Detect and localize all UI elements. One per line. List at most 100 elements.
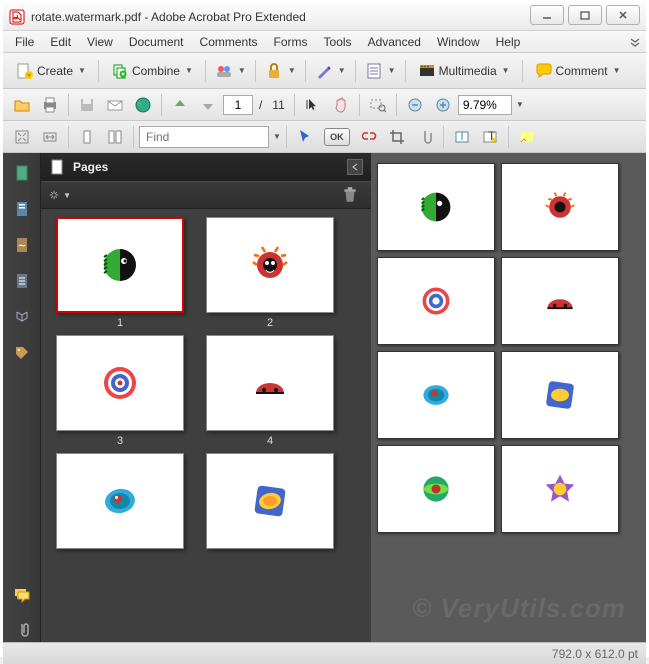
thumbnail-4-label: 4: [267, 435, 273, 447]
thumbnail-1[interactable]: [56, 217, 184, 313]
multimedia-button[interactable]: Multimedia▼: [411, 57, 517, 85]
zoom-out-button[interactable]: [402, 92, 428, 118]
pages-panel-toolbar: ▼: [41, 181, 371, 209]
print-button[interactable]: [37, 92, 63, 118]
thumbnail-3[interactable]: [56, 335, 184, 431]
collapse-panel-button[interactable]: [347, 159, 363, 175]
zoom-dropdown[interactable]: ▼: [516, 100, 524, 109]
menu-document[interactable]: Document: [121, 33, 192, 51]
thumbnail-6[interactable]: [206, 453, 334, 549]
menu-window[interactable]: Window: [429, 33, 488, 51]
email-button[interactable]: [102, 92, 128, 118]
toolbar-edit: ▼ OK T T: [3, 121, 646, 153]
page-up-button[interactable]: [167, 92, 193, 118]
menu-bar: File Edit View Document Comments Forms T…: [3, 31, 646, 53]
thumbnail-3-label: 3: [117, 435, 123, 447]
find-dropdown[interactable]: ▼: [273, 132, 281, 141]
hand-tool[interactable]: [328, 92, 354, 118]
page-4[interactable]: [501, 257, 619, 345]
highlight-tool[interactable]: [514, 124, 540, 150]
ok-button-wrap[interactable]: OK: [320, 124, 354, 150]
page-number-input[interactable]: [223, 95, 253, 115]
collaborate-button[interactable]: ▼: [211, 58, 250, 84]
zoom-input[interactable]: [458, 95, 512, 115]
status-bar: 792.0 x 612.0 pt: [3, 642, 646, 664]
workspace: Pages ▼ 1 2: [3, 153, 646, 642]
pages-icon: [49, 159, 65, 175]
page-7[interactable]: [377, 445, 495, 533]
combine-label: Combine: [132, 64, 180, 78]
create-button[interactable]: Create▼: [9, 57, 93, 85]
text-box-tool[interactable]: T: [449, 124, 475, 150]
ok-label: OK: [324, 128, 350, 146]
signatures-tab[interactable]: [10, 233, 34, 257]
thumbnail-4[interactable]: [206, 335, 334, 431]
maximize-button[interactable]: [568, 5, 602, 25]
bookmarks-tab[interactable]: [10, 197, 34, 221]
tags-tab[interactable]: [10, 341, 34, 365]
comment-label: Comment: [556, 64, 608, 78]
zoom-in-button[interactable]: [430, 92, 456, 118]
secure-button[interactable]: ▼: [261, 58, 300, 84]
menu-help[interactable]: Help: [488, 33, 529, 51]
menu-edit[interactable]: Edit: [42, 33, 79, 51]
page-down-button[interactable]: [195, 92, 221, 118]
close-button[interactable]: [606, 5, 640, 25]
open-button[interactable]: [9, 92, 35, 118]
link-tool[interactable]: [356, 124, 382, 150]
menu-forms[interactable]: Forms: [266, 33, 316, 51]
sign-button[interactable]: ▼: [311, 58, 350, 84]
page-5[interactable]: [377, 351, 495, 439]
thumbnail-2-label: 2: [267, 317, 273, 329]
attachments-tab[interactable]: [10, 618, 34, 642]
menu-file[interactable]: File: [7, 33, 42, 51]
save-button[interactable]: [74, 92, 100, 118]
document-view[interactable]: [371, 153, 646, 642]
panel-options-button[interactable]: ▼: [49, 185, 71, 205]
comment-button[interactable]: Comment▼: [528, 57, 628, 85]
thumbnail-1-label: 1: [117, 317, 123, 329]
page-sep: /: [255, 98, 266, 112]
delete-page-button[interactable]: [337, 182, 363, 208]
pages-panel: Pages ▼ 1 2: [41, 153, 371, 642]
page-2[interactable]: [501, 163, 619, 251]
overflow-icon[interactable]: [628, 35, 642, 49]
minimize-button[interactable]: [530, 5, 564, 25]
pages-panel-title: Pages: [73, 160, 108, 174]
marquee-zoom[interactable]: [365, 92, 391, 118]
thumbnail-2[interactable]: [206, 217, 334, 313]
trash-icon: [341, 186, 359, 204]
combine-button[interactable]: Combine▼: [104, 57, 200, 85]
fit-page-button[interactable]: [9, 124, 35, 150]
page-6[interactable]: [501, 351, 619, 439]
svg-text:T: T: [458, 129, 466, 143]
model-tree-tab[interactable]: [10, 305, 34, 329]
web-button[interactable]: [130, 92, 156, 118]
select-tool[interactable]: [300, 92, 326, 118]
attach-tool[interactable]: [412, 124, 438, 150]
thumbnail-5[interactable]: [56, 453, 184, 549]
fit-width-button[interactable]: [37, 124, 63, 150]
toolbar-nav: / 11 ▼: [3, 89, 646, 121]
two-page-button[interactable]: [102, 124, 128, 150]
find-input[interactable]: [139, 126, 269, 148]
multimedia-label: Multimedia: [439, 64, 497, 78]
page-1[interactable]: [377, 163, 495, 251]
comments-tab[interactable]: [10, 582, 34, 606]
arrow-tool[interactable]: [292, 124, 318, 150]
menu-advanced[interactable]: Advanced: [360, 33, 429, 51]
touchup-tool[interactable]: T: [477, 124, 503, 150]
single-page-button[interactable]: [74, 124, 100, 150]
pages-tab[interactable]: [10, 161, 34, 185]
menu-tools[interactable]: Tools: [316, 33, 360, 51]
crop-tool[interactable]: [384, 124, 410, 150]
page-8[interactable]: [501, 445, 619, 533]
menu-view[interactable]: View: [79, 33, 121, 51]
navigation-rail: [3, 153, 41, 642]
forms-button[interactable]: ▼: [361, 58, 400, 84]
layers-tab[interactable]: [10, 269, 34, 293]
menu-comments[interactable]: Comments: [192, 33, 266, 51]
thumbnails-container[interactable]: 1 2 3 4: [41, 209, 371, 642]
pages-panel-header: Pages: [41, 153, 371, 181]
page-3[interactable]: [377, 257, 495, 345]
